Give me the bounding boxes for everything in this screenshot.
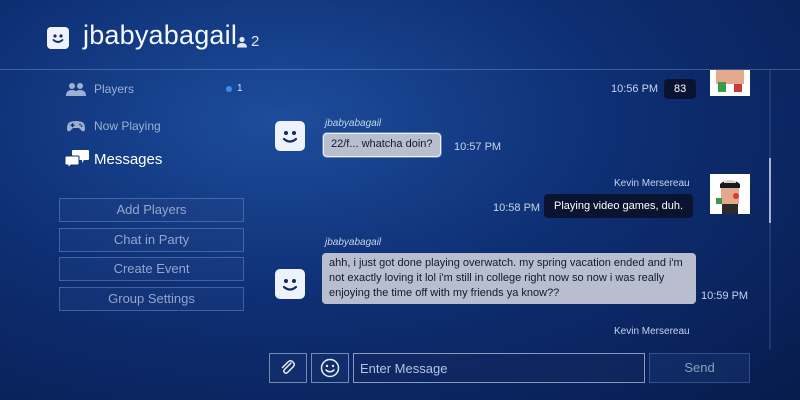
attach-button[interactable]: [269, 353, 307, 383]
sidebar-item-label: Players: [94, 82, 135, 96]
send-button[interactable]: Send: [649, 353, 750, 383]
message-time: 10:56 PM: [611, 83, 659, 95]
sidebar-item-label: Messages: [94, 150, 163, 168]
messages-icon: [64, 148, 90, 170]
message-time: 10:58 PM: [493, 202, 541, 214]
chat-in-party-button[interactable]: Chat in Party: [59, 228, 244, 252]
emoji-button[interactable]: [311, 353, 349, 383]
message-bubble: Playing video games, duh.: [544, 194, 694, 218]
message-bubble: ahh, i just got done playing overwatch. …: [322, 253, 696, 304]
scrollbar-thumb[interactable]: [769, 158, 771, 223]
smiley-avatar-icon: [275, 121, 305, 151]
message-sender: jbabyabagail: [325, 237, 382, 248]
smiley-avatar-icon: [275, 269, 305, 299]
online-dot-icon: [226, 85, 232, 92]
players-badge-count: 1: [237, 83, 243, 94]
message-bubble: 83: [664, 79, 697, 99]
message-thread[interactable]: 10:56 PM 83 jbabyabagail 22/f... whatcha…: [260, 70, 770, 350]
user-photo-avatar: [710, 174, 750, 214]
paperclip-icon: [281, 360, 295, 374]
member-count: 2: [236, 33, 259, 50]
message-sender: Kevin Mersereau: [614, 178, 690, 189]
message-bubble: 22/f... whatcha doin?: [323, 133, 441, 157]
create-event-button[interactable]: Create Event: [59, 257, 244, 281]
message-scrollbar[interactable]: [769, 70, 771, 350]
group-settings-button[interactable]: Group Settings: [59, 287, 244, 311]
person-icon: [237, 36, 247, 47]
header: jbabyabagail 2: [0, 0, 800, 70]
smiley-face-icon: [320, 358, 340, 378]
sidebar-item-players[interactable]: Players: [66, 81, 134, 97]
sidebar-item-now-playing[interactable]: Now Playing: [66, 118, 161, 134]
add-players-button[interactable]: Add Players: [59, 198, 244, 222]
controller-icon: [66, 118, 86, 134]
message-sender: Kevin Mersereau: [614, 326, 690, 337]
message-input[interactable]: [353, 353, 645, 383]
user-photo-avatar: [710, 70, 750, 96]
party-title: jbabyabagail: [83, 20, 238, 50]
sidebar-item-label: Now Playing: [94, 119, 161, 133]
member-count-value: 2: [251, 33, 260, 50]
group-avatar-smiley-icon: [47, 27, 69, 49]
message-time: 10:57 PM: [454, 141, 502, 153]
message-sender: jbabyabagail: [325, 118, 382, 129]
players-badge: 1: [226, 83, 243, 94]
players-icon: [66, 81, 86, 97]
message-time: 10:59 PM: [701, 290, 749, 302]
sidebar-item-messages[interactable]: Messages: [64, 148, 162, 170]
